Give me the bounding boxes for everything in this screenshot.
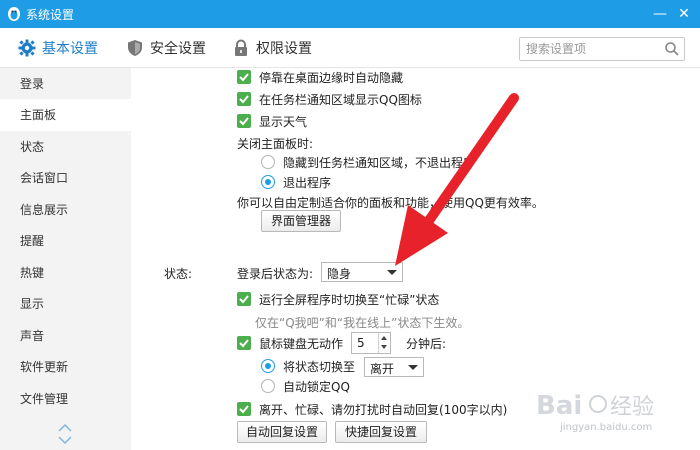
gear-icon xyxy=(18,39,36,57)
lock-icon xyxy=(235,39,247,56)
idle-status-value: 离开 xyxy=(370,362,395,376)
close-exit-label: 退出程序 xyxy=(283,176,332,190)
show-weather-label: 显示天气 xyxy=(259,115,308,129)
idle-lock-radio[interactable] xyxy=(261,379,275,393)
sidebar-item-main-panel[interactable]: 主面板 xyxy=(0,99,131,131)
window-title: 系统设置 xyxy=(26,8,75,22)
idle-lock-label: 自动锁定QQ xyxy=(283,380,350,394)
sidebar-item-chat-window[interactable]: 会话窗口 xyxy=(0,162,131,194)
close-hide-radio[interactable] xyxy=(261,155,275,169)
auto-reply-settings-button[interactable]: 自动回复设置 xyxy=(237,421,327,443)
baidu-watermark: Bai 经验 jingyan.baidu.com xyxy=(536,386,696,446)
qq-penguin-icon xyxy=(8,7,20,21)
idle-switch-status-radio[interactable] xyxy=(261,359,275,373)
tab-permission-settings-label: 权限设置 xyxy=(256,41,312,57)
idle-switch-status-label: 将状态切换至 xyxy=(283,360,356,374)
customize-hint: 你可以自由定制适合你的面板和功能，使用QQ更有效率。 xyxy=(237,196,544,210)
after-login-label: 登录后状态为: xyxy=(237,267,314,281)
panel-manager-button[interactable]: 界面管理器 xyxy=(261,210,341,232)
svg-text:经验: 经验 xyxy=(610,395,654,420)
search-icon[interactable] xyxy=(664,41,680,57)
fullscreen-busy-note: 仅在“Q我吧”和“我在线上”状态下生效。 xyxy=(255,316,470,330)
sidebar-item-sound[interactable]: 声音 xyxy=(0,320,131,352)
idle-minutes-suffix: 分钟后: xyxy=(406,337,447,351)
idle-status-select[interactable]: 离开 xyxy=(364,357,424,377)
scroll-down-icon[interactable] xyxy=(58,436,72,444)
sidebar-item-display[interactable]: 显示 xyxy=(0,288,131,320)
sidebar-item-file-management[interactable]: 文件管理 xyxy=(0,383,131,415)
sidebar: 登录 主面板 状态 会话窗口 信息展示 提醒 热键 显示 声音 软件更新 文件管… xyxy=(0,68,131,450)
hide-on-edge-checkbox[interactable] xyxy=(237,70,251,84)
quick-reply-settings-button[interactable]: 快捷回复设置 xyxy=(335,421,427,443)
idle-minutes-stepper[interactable]: 5 xyxy=(351,332,391,354)
search-input[interactable] xyxy=(526,41,656,57)
minimize-button[interactable]: — xyxy=(650,4,670,24)
auto-reply-label: 离开、忙碌、请勿打扰时自动回复(100字以内) xyxy=(259,403,508,417)
idle-label: 鼠标键盘无动作 xyxy=(259,337,344,351)
sidebar-item-software-update[interactable]: 软件更新 xyxy=(0,351,131,383)
tab-security-settings-label: 安全设置 xyxy=(150,41,206,57)
svg-text:Bai: Bai xyxy=(536,391,582,421)
watermark-url: jingyan.baidu.com xyxy=(560,422,653,433)
close-exit-radio[interactable] xyxy=(261,175,275,189)
chevron-down-icon xyxy=(387,270,397,275)
close-panel-heading: 关闭主面板时: xyxy=(237,137,314,151)
stepper-up-icon[interactable] xyxy=(381,336,387,340)
idle-minutes-value: 5 xyxy=(357,336,365,350)
tab-permission-settings[interactable]: 权限设置 xyxy=(232,38,322,58)
chevron-down-icon xyxy=(408,365,418,370)
stepper-down-icon[interactable] xyxy=(381,345,387,349)
show-weather-checkbox[interactable] xyxy=(237,114,251,128)
sidebar-item-reminders[interactable]: 提醒 xyxy=(0,225,131,257)
tab-basic-settings[interactable]: 基本设置 xyxy=(18,38,108,58)
close-hide-label: 隐藏到任务栏通知区域，不退出程序 xyxy=(283,156,476,170)
sidebar-item-info-display[interactable]: 信息展示 xyxy=(0,194,131,226)
settings-nav: 基本设置 安全设置 权限设置 xyxy=(0,28,700,68)
status-section-label: 状态: xyxy=(164,267,193,281)
scroll-up-icon[interactable] xyxy=(58,424,72,432)
show-qq-tray-checkbox[interactable] xyxy=(237,92,251,106)
after-login-status-select[interactable]: 隐身 xyxy=(321,262,403,282)
stepper-buttons[interactable] xyxy=(378,333,390,353)
auto-reply-checkbox[interactable] xyxy=(237,402,251,416)
baidu-watermark-logo: Bai 经验 xyxy=(536,391,654,421)
fullscreen-busy-label: 运行全屏程序时切换至“忙碌”状态 xyxy=(259,293,440,307)
show-qq-tray-label: 在任务栏通知区域显示QQ图标 xyxy=(259,93,422,107)
sidebar-item-status[interactable]: 状态 xyxy=(0,131,131,163)
after-login-status-value: 隐身 xyxy=(327,267,352,281)
tab-security-settings[interactable]: 安全设置 xyxy=(126,38,216,58)
hide-on-edge-label: 停靠在桌面边缘时自动隐藏 xyxy=(259,71,404,85)
idle-checkbox[interactable] xyxy=(237,336,251,350)
sidebar-item-login[interactable]: 登录 xyxy=(0,68,131,100)
sidebar-item-hotkeys[interactable]: 热键 xyxy=(0,257,131,289)
tab-basic-settings-label: 基本设置 xyxy=(42,41,98,57)
close-button[interactable]: ✕ xyxy=(674,4,694,24)
shield-icon xyxy=(128,40,142,56)
title-bar: 系统设置 — ✕ xyxy=(0,0,700,28)
search-box xyxy=(519,37,685,61)
fullscreen-busy-checkbox[interactable] xyxy=(237,292,251,306)
